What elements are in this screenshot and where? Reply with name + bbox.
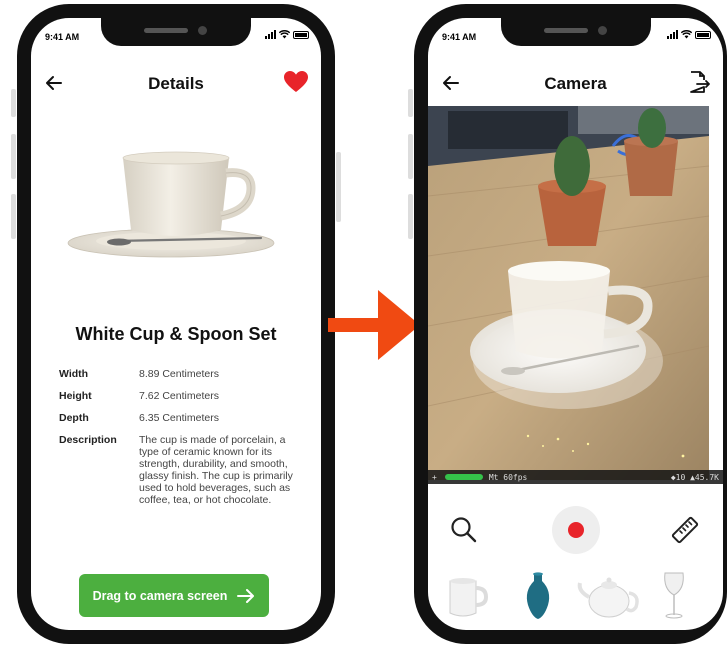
- record-dot: [567, 522, 584, 538]
- power-button: [336, 152, 341, 222]
- spec-label: Width: [59, 368, 89, 380]
- spec-label: Height: [59, 390, 92, 402]
- hud-stats: ◆10 ▲45.7K: [670, 472, 719, 482]
- stage: 9:41 AM Details White Cup & Spoon Set Wi…: [0, 0, 727, 645]
- spec-value: The cup is made of porcelain, a type of …: [139, 434, 293, 506]
- ruler-icon[interactable]: [669, 514, 701, 546]
- status-time: 9:41 AM: [45, 32, 80, 42]
- mug-icon[interactable]: [442, 571, 490, 621]
- debug-hud: + Mt 60fps ◆10 ▲45.7K: [428, 470, 723, 484]
- wifi-icon: [279, 30, 290, 39]
- spec-value: 7.62 Centimeters: [139, 390, 219, 402]
- wine-glass-icon[interactable]: [654, 571, 694, 621]
- spec-value: 6.35 Centimeters: [139, 412, 219, 424]
- ar-camera-view[interactable]: [428, 106, 709, 480]
- hud-fps: Mt 60fps: [488, 472, 528, 482]
- export-file-icon[interactable]: [685, 70, 711, 94]
- vase-icon[interactable]: [514, 571, 562, 621]
- drag-button-label: Drag to camera screen: [92, 588, 228, 603]
- spec-label: Depth: [59, 412, 89, 424]
- search-icon[interactable]: [450, 516, 478, 544]
- drag-to-camera-button[interactable]: Drag to camera screen: [79, 574, 269, 617]
- volume-down-button: [408, 194, 413, 239]
- hud-memory-bar: [444, 474, 483, 480]
- model-thumbnails: [428, 571, 723, 623]
- notch: [500, 18, 651, 46]
- volume-up-button: [408, 134, 413, 179]
- front-camera: [198, 26, 207, 35]
- product-image: [67, 151, 275, 258]
- record-button[interactable]: [551, 506, 600, 554]
- details-phone: 9:41 AM Details White Cup & Spoon Set Wi…: [11, 4, 341, 644]
- camera-phone: 9:41 AM Camera + Mt 60fps ◆10 ▲45.7K: [408, 4, 727, 644]
- specs-table: Width 8.89 Centimeters Height 7.62 Centi…: [59, 368, 299, 516]
- battery-icon: [293, 30, 309, 39]
- volume-down-button: [11, 194, 16, 239]
- details-screen: 9:41 AM Details White Cup & Spoon Set Wi…: [31, 18, 321, 630]
- speaker: [543, 28, 588, 33]
- mute-switch: [11, 89, 16, 117]
- arrow-right-icon: [237, 588, 255, 603]
- spec-row-width: Width 8.89 Centimeters: [59, 368, 299, 380]
- page-title: Camera: [544, 74, 607, 93]
- camera-nav: Camera: [428, 68, 723, 98]
- hud-plus: +: [432, 472, 437, 482]
- spec-row-height: Height 7.62 Centimeters: [59, 390, 299, 402]
- signal-icon: [265, 30, 276, 39]
- notch: [101, 18, 251, 46]
- product-title: White Cup & Spoon Set: [75, 324, 277, 344]
- status-icons: [667, 30, 711, 39]
- signal-icon: [667, 30, 678, 39]
- page-title: Details: [148, 74, 204, 93]
- teapot-icon[interactable]: [576, 571, 642, 621]
- camera-screen: 9:41 AM Camera + Mt 60fps ◆10 ▲45.7K: [428, 18, 723, 630]
- spec-row-depth: Depth 6.35 Centimeters: [59, 412, 299, 424]
- volume-up-button: [11, 134, 16, 179]
- status-icons: [265, 30, 309, 39]
- speaker: [144, 28, 188, 33]
- front-camera: [597, 26, 607, 35]
- spec-value: 8.89 Centimeters: [139, 368, 219, 380]
- favorite-heart-icon[interactable]: [283, 70, 309, 94]
- mute-switch: [408, 89, 413, 117]
- spec-label: Description: [59, 434, 117, 446]
- status-time: 9:41 AM: [442, 32, 477, 42]
- spec-row-description: Description The cup is made of porcelain…: [59, 434, 299, 506]
- camera-toolbar: [428, 506, 723, 554]
- transition-arrow: [328, 290, 420, 360]
- wifi-icon: [681, 30, 692, 39]
- battery-icon: [695, 30, 711, 39]
- details-nav: Details: [31, 68, 321, 98]
